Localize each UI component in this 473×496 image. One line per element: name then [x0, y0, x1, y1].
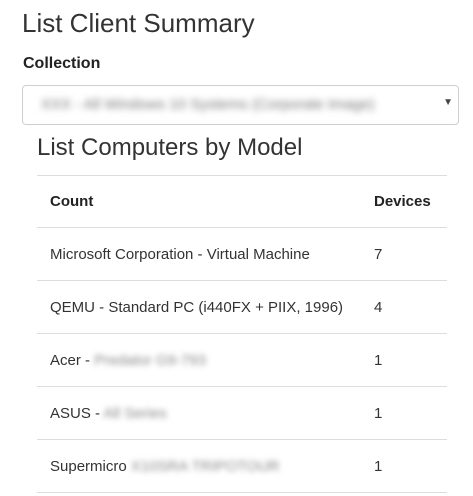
- manufacturer-text: Microsoft Corporation - Virtual Machine: [50, 245, 310, 263]
- devices-cell: 4: [361, 280, 447, 334]
- column-header-count[interactable]: Count: [37, 175, 361, 228]
- manufacturer-text: QEMU - Standard PC (i440FX + PIIX, 1996): [50, 298, 344, 316]
- model-cell: Acer - Predator G9-793: [37, 333, 361, 387]
- table-row: Supermicro X10SRA TRIPOTOUR 1: [37, 439, 447, 493]
- table-row: QEMU - Standard PC (i440FX + PIIX, 1996)…: [37, 280, 447, 334]
- devices-cell: 7: [361, 227, 447, 281]
- table-header-row: Count Devices: [37, 175, 447, 228]
- table-row: ASUS - All Series 1: [37, 386, 447, 440]
- page-title: List Client Summary: [22, 8, 255, 38]
- model-cell: Supermicro X10SRA TRIPOTOUR: [37, 439, 361, 493]
- model-cell: Microsoft Corporation - Virtual Machine: [37, 227, 361, 281]
- collection-selected-value: XXX - All Windows 10 Systems (Corporate …: [41, 96, 375, 113]
- manufacturer-text: ASUS -: [50, 404, 104, 422]
- redacted-model-text: Predator G9-793: [94, 351, 206, 369]
- devices-cell: 1: [361, 386, 447, 440]
- devices-cell: 1: [361, 439, 447, 493]
- model-cell: ASUS - All Series: [37, 386, 361, 440]
- devices-cell: 1: [361, 333, 447, 387]
- table-row: Acer - Predator G9-793 1: [37, 333, 447, 387]
- manufacturer-text: Supermicro: [50, 457, 131, 475]
- redacted-model-text: All Series: [103, 404, 167, 422]
- column-header-devices[interactable]: Devices: [361, 175, 447, 228]
- collection-label: Collection: [23, 55, 101, 72]
- redacted-model-text: X10SRA TRIPOTOUR: [130, 457, 280, 475]
- collection-select[interactable]: XXX - All Windows 10 Systems (Corporate …: [22, 85, 459, 125]
- model-cell: QEMU - Standard PC (i440FX + PIIX, 1996): [37, 280, 361, 334]
- manufacturer-text: Acer -: [50, 351, 95, 369]
- table-row: Microsoft Corporation - Virtual Machine …: [37, 227, 447, 281]
- computers-by-model-table: Count Devices Microsoft Corporation - Vi…: [37, 175, 447, 493]
- section-title: List Computers by Model: [37, 134, 303, 161]
- caret-down-icon: ▼: [443, 97, 453, 108]
